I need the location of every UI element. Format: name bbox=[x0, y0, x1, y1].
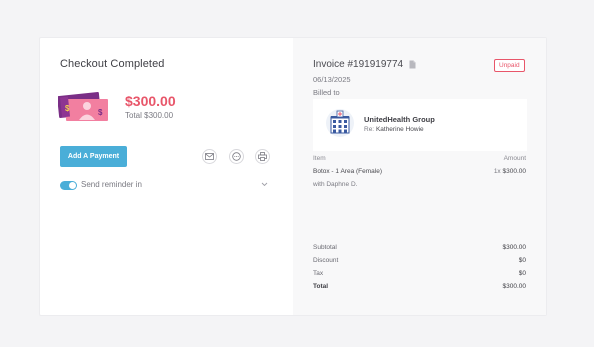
amount-column-header: Amount bbox=[503, 155, 526, 162]
total-label: Total bbox=[313, 283, 329, 290]
printer-icon bbox=[258, 152, 267, 161]
payer-card: UnitedHealth Group Re: Katherine Howie bbox=[313, 99, 527, 151]
subtotal-value: $300.00 bbox=[502, 244, 527, 251]
line-item-provider: with Daphne D. bbox=[313, 181, 358, 188]
tax-value: $0 bbox=[518, 270, 526, 277]
subtotal-label: Subtotal bbox=[313, 244, 337, 251]
checkout-amount: $300.00 bbox=[125, 93, 176, 109]
mail-icon bbox=[205, 153, 214, 160]
patient-name: Katherine Howie bbox=[375, 126, 424, 133]
print-receipt-button[interactable] bbox=[255, 149, 270, 164]
discount-label: Discount bbox=[313, 257, 339, 264]
invoice-date: 06/13/2025 bbox=[313, 75, 351, 84]
checkout-panel: Checkout Completed $ $ $300.00 Total $30… bbox=[40, 38, 293, 315]
chat-bubble-icon bbox=[232, 152, 241, 161]
total-value: $300.00 bbox=[502, 283, 527, 290]
svg-text:$: $ bbox=[98, 108, 103, 117]
discount-value: $0 bbox=[518, 257, 526, 264]
chevron-down-icon[interactable] bbox=[261, 182, 268, 187]
invoice-title: Invoice #191919774 bbox=[313, 59, 404, 70]
reminder-label: Send reminder in bbox=[81, 180, 142, 189]
payer-reference: Re: Katherine Howie bbox=[364, 126, 424, 133]
status-badge: Unpaid bbox=[494, 59, 525, 72]
line-item-name: Botox - 1 Area (Female) bbox=[313, 168, 382, 175]
document-icon[interactable] bbox=[409, 60, 416, 69]
insurer-logo-icon bbox=[326, 109, 354, 137]
invoice-panel: Invoice #191919774 Unpaid 06/13/2025 Bil… bbox=[293, 38, 546, 315]
reminder-toggle[interactable] bbox=[60, 181, 77, 190]
checkout-title: Checkout Completed bbox=[60, 58, 165, 70]
invoice-title-row: Invoice #191919774 bbox=[313, 59, 416, 70]
line-item-amount: $300.00 bbox=[502, 168, 527, 175]
sms-receipt-button[interactable] bbox=[229, 149, 244, 164]
checkout-card: Checkout Completed $ $ $300.00 Total $30… bbox=[39, 37, 547, 316]
checkout-total: Total $300.00 bbox=[125, 111, 174, 120]
add-payment-button[interactable]: Add A Payment bbox=[60, 146, 127, 167]
email-receipt-button[interactable] bbox=[202, 149, 217, 164]
payer-name: UnitedHealth Group bbox=[364, 115, 435, 124]
item-column-header: Item bbox=[313, 155, 326, 162]
billed-to-label: Billed to bbox=[313, 88, 340, 97]
money-icon: $ $ bbox=[58, 91, 108, 121]
line-item-amount-cell: 1x $300.00 bbox=[494, 168, 526, 175]
tax-label: Tax bbox=[313, 270, 324, 277]
line-item-qty: 1x bbox=[493, 168, 501, 175]
svg-text:$: $ bbox=[65, 104, 70, 113]
re-label: Re: bbox=[364, 126, 375, 133]
